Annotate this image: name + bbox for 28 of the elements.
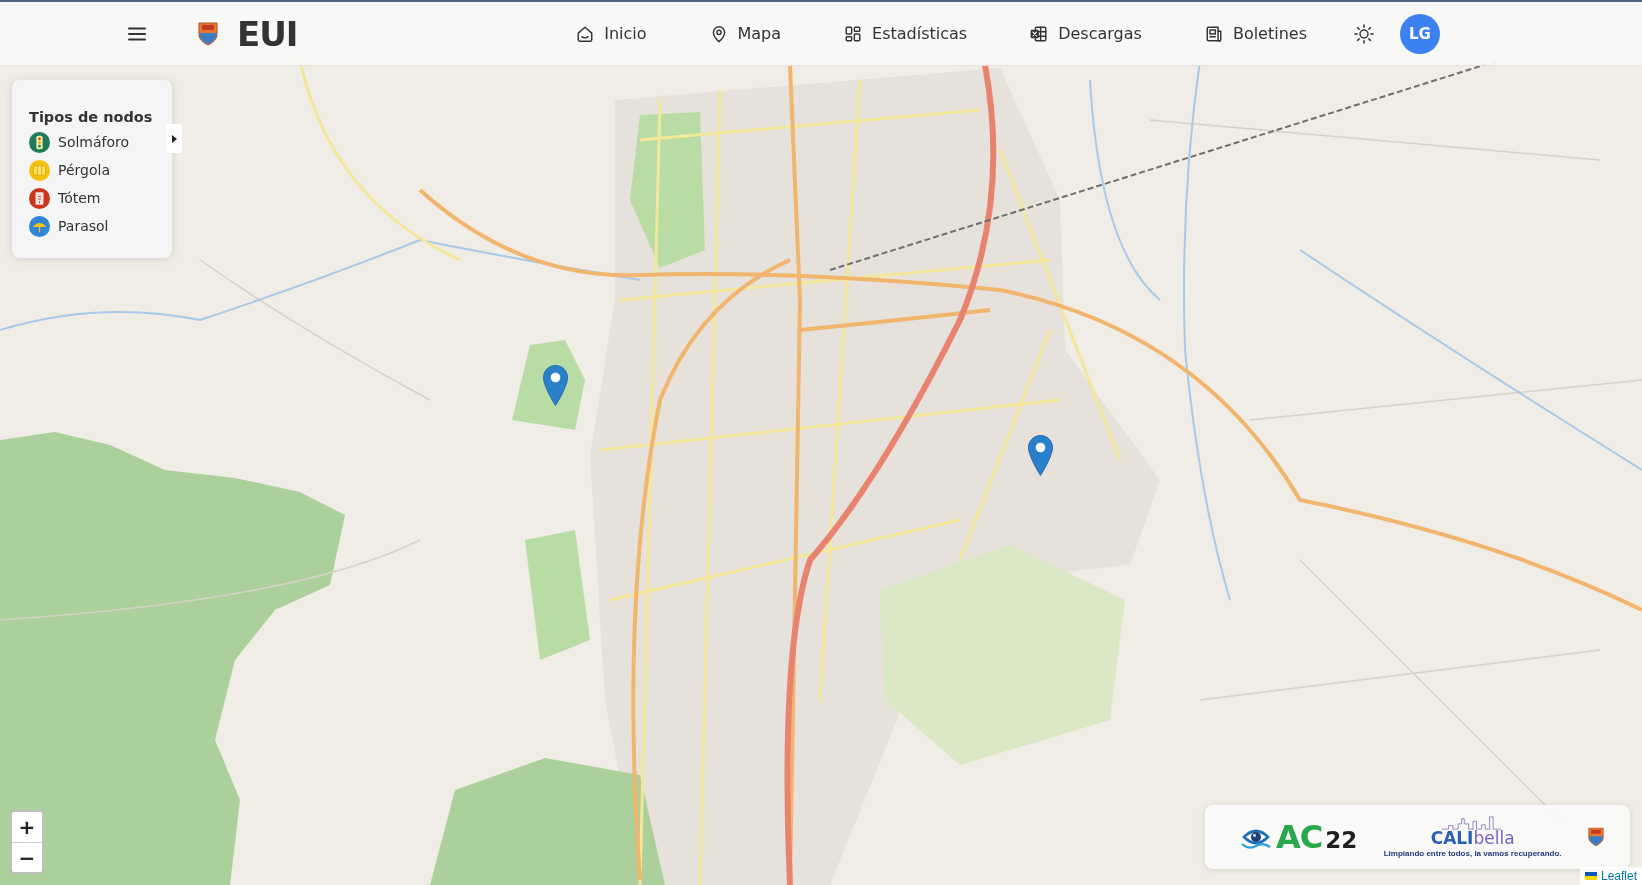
legend-toggle-button[interactable]	[166, 124, 182, 153]
nav-link[interactable]: Estadísticas	[844, 24, 968, 43]
nav-link[interactable]: Boletines	[1204, 24, 1307, 43]
home-icon	[576, 24, 595, 43]
logo-text: CALIbella	[1430, 829, 1515, 847]
logo-tagline: Limpiando entre todos, la vamos recuperando.	[1383, 848, 1562, 859]
spreadsheet-icon	[1030, 24, 1049, 43]
app-logo-text: EUI	[237, 16, 298, 51]
zoom-out-button[interactable]: −	[12, 842, 42, 872]
logo-text: AC 22	[1276, 821, 1358, 853]
legend-title: Tipos de nodos	[29, 108, 154, 127]
map-pin-icon[interactable]	[1028, 435, 1053, 476]
sun-icon	[1354, 23, 1374, 44]
leaflet-link[interactable]: Leaflet	[1600, 868, 1637, 884]
user-avatar[interactable]: LG	[1400, 13, 1440, 54]
nav-link[interactable]: Inicio	[576, 24, 647, 43]
crest-icon	[1588, 827, 1604, 847]
legend-label: Solmáforo	[58, 134, 130, 150]
nav-link[interactable]: Mapa	[709, 24, 782, 43]
legend-label: Tótem	[58, 190, 101, 206]
legend-label: Parasol	[58, 218, 109, 234]
legend-label: Pérgola	[58, 162, 110, 178]
map-pin-icon[interactable]	[543, 365, 568, 406]
dashboard-icon	[844, 24, 863, 43]
newspaper-icon	[1204, 24, 1223, 43]
crest-icon	[198, 21, 218, 46]
flag-icon	[1584, 872, 1597, 880]
nav-link[interactable]: Descargas	[1030, 24, 1142, 43]
